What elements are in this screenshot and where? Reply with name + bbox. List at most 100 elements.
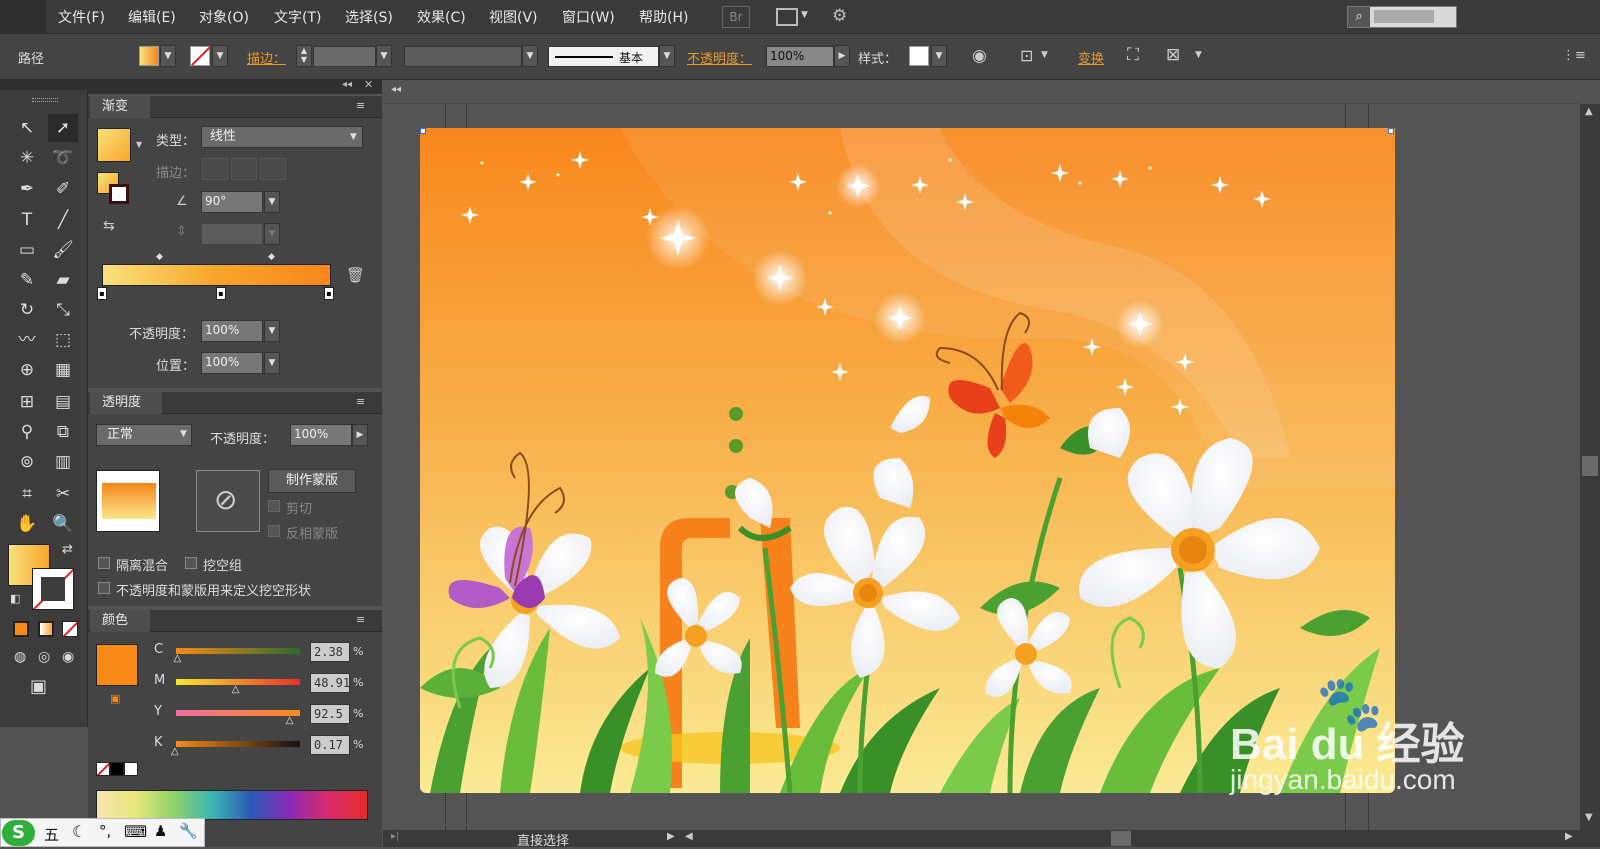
fill-swatch[interactable] <box>139 46 159 66</box>
gradient-angle-field[interactable]: 90° <box>201 191 263 213</box>
magenta-slider-thumb[interactable]: △ <box>232 684 240 695</box>
color-stop-3[interactable]: ▪ <box>324 287 334 300</box>
gradient-panel-tab[interactable]: 渐变 <box>90 96 150 118</box>
default-colors-icon[interactable]: ◧ <box>10 592 20 605</box>
anchor-point[interactable] <box>420 128 426 134</box>
cyan-value-field[interactable]: 2.38 <box>310 642 350 662</box>
rectangle-tool-icon[interactable]: ▭ <box>12 236 42 264</box>
draw-inside-icon[interactable]: ◉ <box>62 649 74 665</box>
mesh-tool-icon[interactable]: ⊞ <box>12 388 42 416</box>
color-stop-2[interactable]: ▪ <box>216 287 226 300</box>
gradient-preset-dropdown-icon[interactable]: ▼ <box>136 140 142 149</box>
ime-toolbar[interactable]: S 五 ☾ °, ⌨ ♟ 🔧 <box>0 818 205 847</box>
angle-dropdown-icon[interactable]: ▼ <box>264 191 280 213</box>
slice-tool-icon[interactable]: ✂ <box>48 480 78 508</box>
search-box[interactable]: ⌕ <box>1347 6 1457 28</box>
scroll-up-icon[interactable]: ▲ <box>1585 106 1593 117</box>
style-dropdown-icon[interactable]: ▼ <box>931 45 947 67</box>
black-slider-thumb[interactable]: △ <box>171 746 179 757</box>
swap-colors-icon[interactable]: ⇄ <box>62 542 73 557</box>
midpoint-diamond-2[interactable]: ◆ <box>268 252 275 262</box>
stroke-gradient-option-2[interactable] <box>231 158 257 180</box>
align-icon[interactable]: ⊡ <box>1020 46 1033 65</box>
scroll-right-icon[interactable]: ▶ <box>1565 831 1573 842</box>
align-dropdown-icon[interactable]: ▼ <box>1041 50 1048 60</box>
transparency-opacity-field[interactable]: 100% <box>290 424 352 446</box>
hand-tool-icon[interactable]: ✋ <box>12 510 42 538</box>
paintbrush-tool-icon[interactable]: 🖌 <box>48 236 78 264</box>
pencil-tool-icon[interactable]: ✎ <box>12 266 42 294</box>
scroll-down-icon[interactable]: ▼ <box>1585 812 1593 823</box>
cyan-slider-thumb[interactable]: △ <box>173 653 181 664</box>
black-slider[interactable] <box>176 741 300 747</box>
transparency-panel-tab[interactable]: 透明度 <box>90 392 162 414</box>
invert-mask-checkbox[interactable] <box>268 525 280 537</box>
brush-definition[interactable]: 基本 <box>548 46 659 67</box>
menu-file[interactable]: 文件(F) <box>58 7 105 27</box>
lasso-tool-icon[interactable]: ➰ <box>48 144 78 172</box>
black-color-swatch[interactable] <box>110 762 124 776</box>
layout-dropdown-icon[interactable]: ▼ <box>801 10 808 20</box>
vertical-scroll-thumb[interactable] <box>1582 456 1598 476</box>
rotate-tool-icon[interactable]: ↻ <box>12 296 42 324</box>
fill-dropdown-icon[interactable]: ▼ <box>160 45 176 67</box>
magenta-value-field[interactable]: 48.91 <box>310 673 350 693</box>
warp-tool-icon[interactable]: 〰 <box>12 326 42 354</box>
transparency-menu-icon[interactable]: ≡ <box>356 395 365 408</box>
tools-icon[interactable]: 🔧 <box>179 822 198 840</box>
half-width-icon[interactable]: ☾ <box>72 822 86 841</box>
yellow-slider-thumb[interactable]: △ <box>286 715 294 726</box>
scroll-left-icon[interactable]: ◀ <box>685 831 693 842</box>
symbol-sprayer-tool-icon[interactable]: ⊚ <box>12 448 42 476</box>
curvature-tool-icon[interactable]: ✐ <box>48 175 78 203</box>
draw-normal-icon[interactable]: ◍ <box>14 649 26 665</box>
vertical-scrollbar[interactable]: ▲ ▼ <box>1580 104 1600 830</box>
artboard-tool-icon[interactable]: ⌗ <box>12 480 42 508</box>
blend-tool-icon[interactable]: ⧉ <box>48 418 78 446</box>
opacity-mask-knockout-checkbox[interactable] <box>98 582 110 594</box>
clip-checkbox[interactable] <box>268 500 280 512</box>
yellow-value-field[interactable]: 92.5 <box>310 704 350 724</box>
selection-tool-icon[interactable]: ↖ <box>12 114 42 142</box>
perspective-grid-tool-icon[interactable]: ▦ <box>48 356 78 384</box>
search-input[interactable] <box>1374 10 1434 23</box>
eraser-tool-icon[interactable]: ▰ <box>48 266 78 294</box>
aspect-ratio-dropdown-icon[interactable]: ▼ <box>264 223 280 245</box>
pen-tool-icon[interactable]: ✒ <box>12 175 42 203</box>
sync-icon[interactable]: ⚙ <box>832 6 847 26</box>
direct-selection-tool-icon[interactable]: ➚ <box>48 114 78 142</box>
color-menu-icon[interactable]: ≡ <box>356 613 365 626</box>
menu-type[interactable]: 文字(T) <box>274 7 321 27</box>
stroke-color-box[interactable] <box>32 568 74 610</box>
eyedropper-tool-icon[interactable]: ⚲ <box>12 418 42 446</box>
isolate-blending-checkbox[interactable] <box>98 557 110 569</box>
mask-thumbnail[interactable]: ⊘ <box>196 470 260 532</box>
stroke-link[interactable]: 描边： <box>247 48 286 67</box>
menu-edit[interactable]: 编辑(E) <box>128 7 176 27</box>
color-mode-button[interactable] <box>13 621 29 637</box>
reverse-gradient-icon[interactable]: ⇆ <box>103 218 115 234</box>
color-stop-1[interactable]: ▪ <box>97 287 107 300</box>
stop-position-field[interactable]: 100% <box>201 352 263 374</box>
opacity-arrow-icon[interactable]: ▶ <box>834 45 850 67</box>
stroke-dropdown-icon[interactable]: ▼ <box>212 45 228 67</box>
horizontal-scrollbar[interactable] <box>701 831 1541 846</box>
make-mask-button[interactable]: 制作蒙版 <box>268 469 356 493</box>
black-value-field[interactable]: 0.17 <box>310 735 350 755</box>
stop-opacity-field[interactable]: 100% <box>201 320 263 342</box>
menu-window[interactable]: 窗口(W) <box>562 7 615 27</box>
punctuation-icon[interactable]: °, <box>99 822 111 840</box>
ime-mode-label[interactable]: 五 <box>44 824 59 845</box>
menu-help[interactable]: 帮助(H) <box>639 7 688 27</box>
variable-width-profile[interactable] <box>404 46 522 67</box>
control-menu-icon[interactable]: ⋮≡ <box>1562 48 1586 63</box>
horizontal-scroll-thumb[interactable] <box>1111 831 1131 846</box>
recolor-icon[interactable]: ◉ <box>972 46 987 66</box>
graphic-style-swatch[interactable] <box>909 46 929 66</box>
knockout-group-checkbox[interactable] <box>185 557 197 569</box>
white-color-swatch[interactable] <box>124 762 138 776</box>
transparency-opacity-arrow-icon[interactable]: ▶ <box>352 424 368 446</box>
column-graph-tool-icon[interactable]: ▥ <box>48 448 78 476</box>
current-color-swatch[interactable] <box>96 644 138 686</box>
collapse-panels-icon[interactable]: ◂◂ <box>342 79 352 90</box>
